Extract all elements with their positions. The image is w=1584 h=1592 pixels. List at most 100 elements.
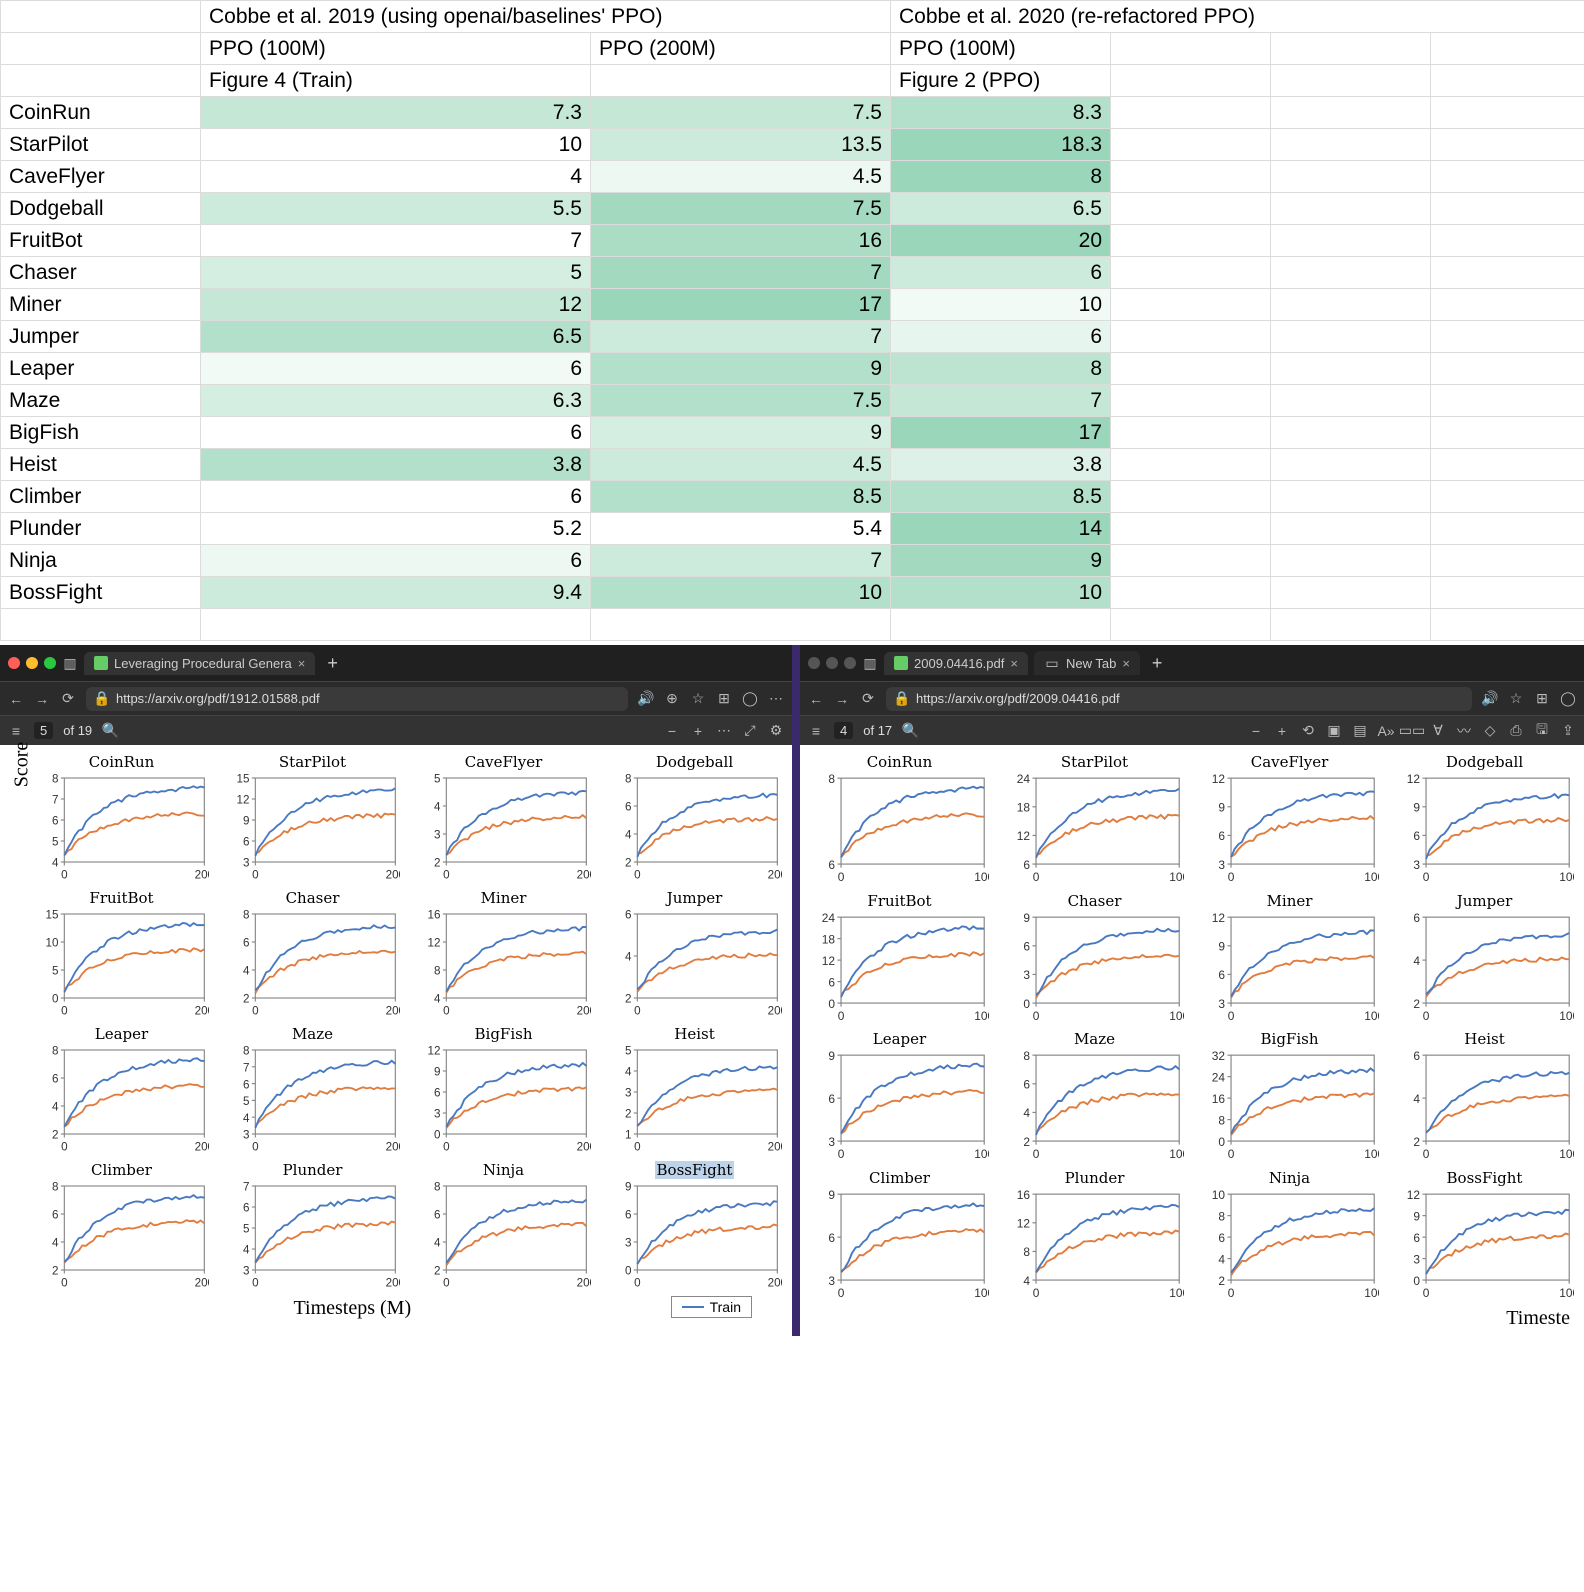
browser-tab[interactable]: 2009.04416.pdf ×: [884, 652, 1028, 675]
cell-ppo100-2019[interactable]: 6: [201, 353, 591, 385]
env-label[interactable]: Heist: [1, 449, 201, 481]
env-label[interactable]: Miner: [1, 289, 201, 321]
cell-ppo200-2019[interactable]: 7.5: [591, 385, 891, 417]
close-tab-icon[interactable]: ×: [298, 656, 306, 671]
address-field[interactable]: 🔒 https://arxiv.org/pdf/1912.01588.pdf: [86, 687, 628, 711]
results-spreadsheet[interactable]: Cobbe et al. 2019 (using openai/baseline…: [0, 0, 1584, 641]
table-row[interactable]: Dodgeball5.57.56.5: [1, 193, 1584, 225]
cell-ppo100-2019[interactable]: 5.2: [201, 513, 591, 545]
table-row[interactable]: Jumper6.576: [1, 321, 1584, 353]
cell-ppo100-2019[interactable]: 6.3: [201, 385, 591, 417]
cell-ppo200-2019[interactable]: 10: [591, 577, 891, 609]
cell-ppo100-2020[interactable]: 6.5: [891, 193, 1111, 225]
cell-ppo100-2020[interactable]: 8.5: [891, 481, 1111, 513]
favorite-icon[interactable]: ☆: [1508, 691, 1524, 707]
address-field[interactable]: 🔒 https://arxiv.org/pdf/2009.04416.pdf: [886, 687, 1472, 711]
new-tab-button[interactable]: +: [321, 649, 344, 678]
cell-ppo200-2019[interactable]: 9: [591, 353, 891, 385]
table-row[interactable]: Chaser576: [1, 257, 1584, 289]
cell-ppo100-2019[interactable]: 6: [201, 545, 591, 577]
contents-icon[interactable]: ≡: [8, 723, 24, 739]
cell-ppo200-2019[interactable]: 7.5: [591, 193, 891, 225]
env-label[interactable]: StarPilot: [1, 129, 201, 161]
cell-ppo200-2019[interactable]: 4.5: [591, 161, 891, 193]
titlebar[interactable]: ▥ 2009.04416.pdf × ▭ New Tab × +: [800, 645, 1584, 681]
cell-ppo200-2019[interactable]: 9: [591, 417, 891, 449]
traffic-light-close-icon[interactable]: [808, 657, 820, 669]
env-label[interactable]: Ninja: [1, 545, 201, 577]
table-row[interactable]: StarPilot1013.518.3: [1, 129, 1584, 161]
env-label[interactable]: Leaper: [1, 353, 201, 385]
cell-ppo100-2020[interactable]: 9: [891, 545, 1111, 577]
cell-ppo200-2019[interactable]: 13.5: [591, 129, 891, 161]
traffic-light-max-icon[interactable]: [844, 657, 856, 669]
page-number[interactable]: 4: [834, 722, 853, 739]
cell-ppo200-2019[interactable]: 8.5: [591, 481, 891, 513]
page-number[interactable]: 5: [34, 722, 53, 739]
table-row[interactable]: Maze6.37.57: [1, 385, 1584, 417]
cell-ppo100-2019[interactable]: 3.8: [201, 449, 591, 481]
forward-icon[interactable]: →: [34, 691, 50, 707]
favorite-icon[interactable]: ☆: [690, 691, 706, 707]
cell-ppo100-2020[interactable]: 7: [891, 385, 1111, 417]
close-tab-icon[interactable]: ×: [1010, 656, 1018, 671]
page-view-icon[interactable]: ▤: [1352, 723, 1368, 739]
env-label[interactable]: Jumper: [1, 321, 201, 353]
zoom-out-icon[interactable]: −: [1248, 723, 1264, 739]
print-icon[interactable]: ⎙: [1508, 723, 1524, 739]
cell-ppo100-2019[interactable]: 7: [201, 225, 591, 257]
table-row[interactable]: BossFight9.41010: [1, 577, 1584, 609]
env-label[interactable]: Climber: [1, 481, 201, 513]
traffic-light-max-icon[interactable]: [44, 657, 56, 669]
profile-icon[interactable]: ◯: [742, 691, 758, 707]
cell-ppo200-2019[interactable]: 16: [591, 225, 891, 257]
search-icon[interactable]: 🔍: [102, 723, 118, 739]
cell-ppo100-2020[interactable]: 17: [891, 417, 1111, 449]
reload-icon[interactable]: ⟳: [60, 691, 76, 707]
env-label[interactable]: Plunder: [1, 513, 201, 545]
table-row[interactable]: Ninja679: [1, 545, 1584, 577]
browser-tab-2[interactable]: ▭ New Tab ×: [1034, 651, 1140, 675]
cell-ppo100-2020[interactable]: 8.3: [891, 97, 1111, 129]
env-label[interactable]: Dodgeball: [1, 193, 201, 225]
cell-ppo100-2019[interactable]: 10: [201, 129, 591, 161]
env-label[interactable]: Chaser: [1, 257, 201, 289]
table-row[interactable]: Climber68.58.5: [1, 481, 1584, 513]
traffic-light-min-icon[interactable]: [26, 657, 38, 669]
traffic-light-min-icon[interactable]: [826, 657, 838, 669]
share-icon[interactable]: ⇪: [1560, 723, 1576, 739]
forward-icon[interactable]: →: [834, 691, 850, 707]
cell-ppo100-2019[interactable]: 4: [201, 161, 591, 193]
profile-icon[interactable]: ◯: [1560, 691, 1576, 707]
back-icon[interactable]: ←: [8, 691, 24, 707]
reload-icon[interactable]: ⟳: [860, 691, 876, 707]
cell-ppo200-2019[interactable]: 7: [591, 545, 891, 577]
collections-icon[interactable]: ⊞: [716, 691, 732, 707]
back-icon[interactable]: ←: [808, 691, 824, 707]
more-icon[interactable]: ⋯: [716, 723, 732, 739]
cell-ppo200-2019[interactable]: 17: [591, 289, 891, 321]
cell-ppo100-2020[interactable]: 20: [891, 225, 1111, 257]
fit-icon[interactable]: ▣: [1326, 723, 1342, 739]
env-label[interactable]: FruitBot: [1, 225, 201, 257]
erase-icon[interactable]: ◇: [1482, 723, 1498, 739]
search-icon[interactable]: 🔍: [902, 723, 918, 739]
table-row[interactable]: Heist3.84.53.8: [1, 449, 1584, 481]
cell-ppo200-2019[interactable]: 7: [591, 257, 891, 289]
cell-ppo100-2020[interactable]: 18.3: [891, 129, 1111, 161]
new-tab-button[interactable]: +: [1146, 649, 1169, 678]
sidebar-icon[interactable]: ▥: [62, 655, 78, 671]
cell-ppo100-2019[interactable]: 6.5: [201, 321, 591, 353]
traffic-light-close-icon[interactable]: [8, 657, 20, 669]
zoom-out-icon[interactable]: −: [664, 723, 680, 739]
reader-icon[interactable]: ⊕: [664, 691, 680, 707]
zoom-in-icon[interactable]: +: [1274, 723, 1290, 739]
table-row[interactable]: Plunder5.25.414: [1, 513, 1584, 545]
cell-ppo100-2019[interactable]: 5.5: [201, 193, 591, 225]
cell-ppo200-2019[interactable]: 7.5: [591, 97, 891, 129]
cell-ppo100-2019[interactable]: 6: [201, 481, 591, 513]
env-label[interactable]: Maze: [1, 385, 201, 417]
gear-icon[interactable]: ⚙: [768, 723, 784, 739]
fullscreen-icon[interactable]: ⤢: [742, 723, 758, 739]
cell-ppo100-2020[interactable]: 3.8: [891, 449, 1111, 481]
